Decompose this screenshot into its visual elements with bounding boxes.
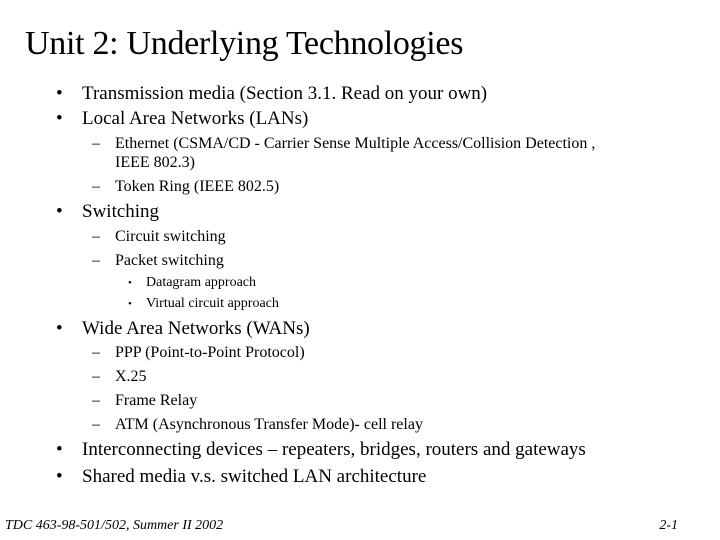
bullet-text: Interconnecting devices – repeaters, bri… [82, 439, 586, 460]
sub-bullet-text: Frame Relay [115, 392, 198, 409]
dash-icon: – [92, 392, 100, 409]
footer-course-info: TDC 463-98-501/502, Summer II 2002 [5, 518, 224, 533]
sub-bullet-text: ATM (Asynchronous Transfer Mode)- cell r… [115, 416, 423, 433]
small-bullet-icon: • [128, 298, 132, 310]
sub-sub-bullet-text: Datagram approach [146, 275, 256, 290]
bullet-text: Transmission media (Section 3.1. Read on… [82, 83, 488, 104]
sub-bullet-text: X.25 [115, 368, 147, 385]
bullet-icon: • [56, 318, 63, 339]
sub-bullet-text: Circuit switching [115, 228, 226, 245]
bullet-icon: • [56, 466, 63, 487]
bullet-icon: • [56, 83, 63, 104]
footer-page-number: 2-1 [659, 518, 678, 533]
bullet-icon: • [56, 108, 63, 129]
bullet-text: Wide Area Networks (WANs) [82, 318, 310, 339]
dash-icon: – [92, 252, 100, 269]
bullet-icon: • [56, 201, 63, 222]
dash-icon: – [92, 344, 100, 361]
bullet-text: Switching [82, 201, 160, 222]
bullet-icon: • [56, 439, 63, 460]
bullet-text: Shared media v.s. switched LAN architect… [82, 466, 427, 487]
bullet-text: Local Area Networks (LANs) [82, 108, 309, 129]
dash-icon: – [92, 368, 100, 385]
sub-sub-bullet-text: Virtual circuit approach [146, 296, 279, 311]
dash-icon: – [92, 135, 100, 152]
sub-bullet-text: Ethernet (CSMA/CD - Carrier Sense Multip… [115, 135, 596, 152]
dash-icon: – [92, 228, 100, 245]
sub-bullet-text: Packet switching [115, 252, 224, 269]
small-bullet-icon: • [128, 277, 132, 289]
sub-bullet-text: IEEE 802.3) [115, 154, 195, 171]
dash-icon: – [92, 178, 100, 195]
sub-bullet-text: Token Ring (IEEE 802.5) [115, 178, 280, 195]
sub-bullet-text: PPP (Point-to-Point Protocol) [115, 344, 305, 361]
dash-icon: – [92, 416, 100, 433]
slide-title: Unit 2: Underlying Technologies [25, 25, 464, 62]
